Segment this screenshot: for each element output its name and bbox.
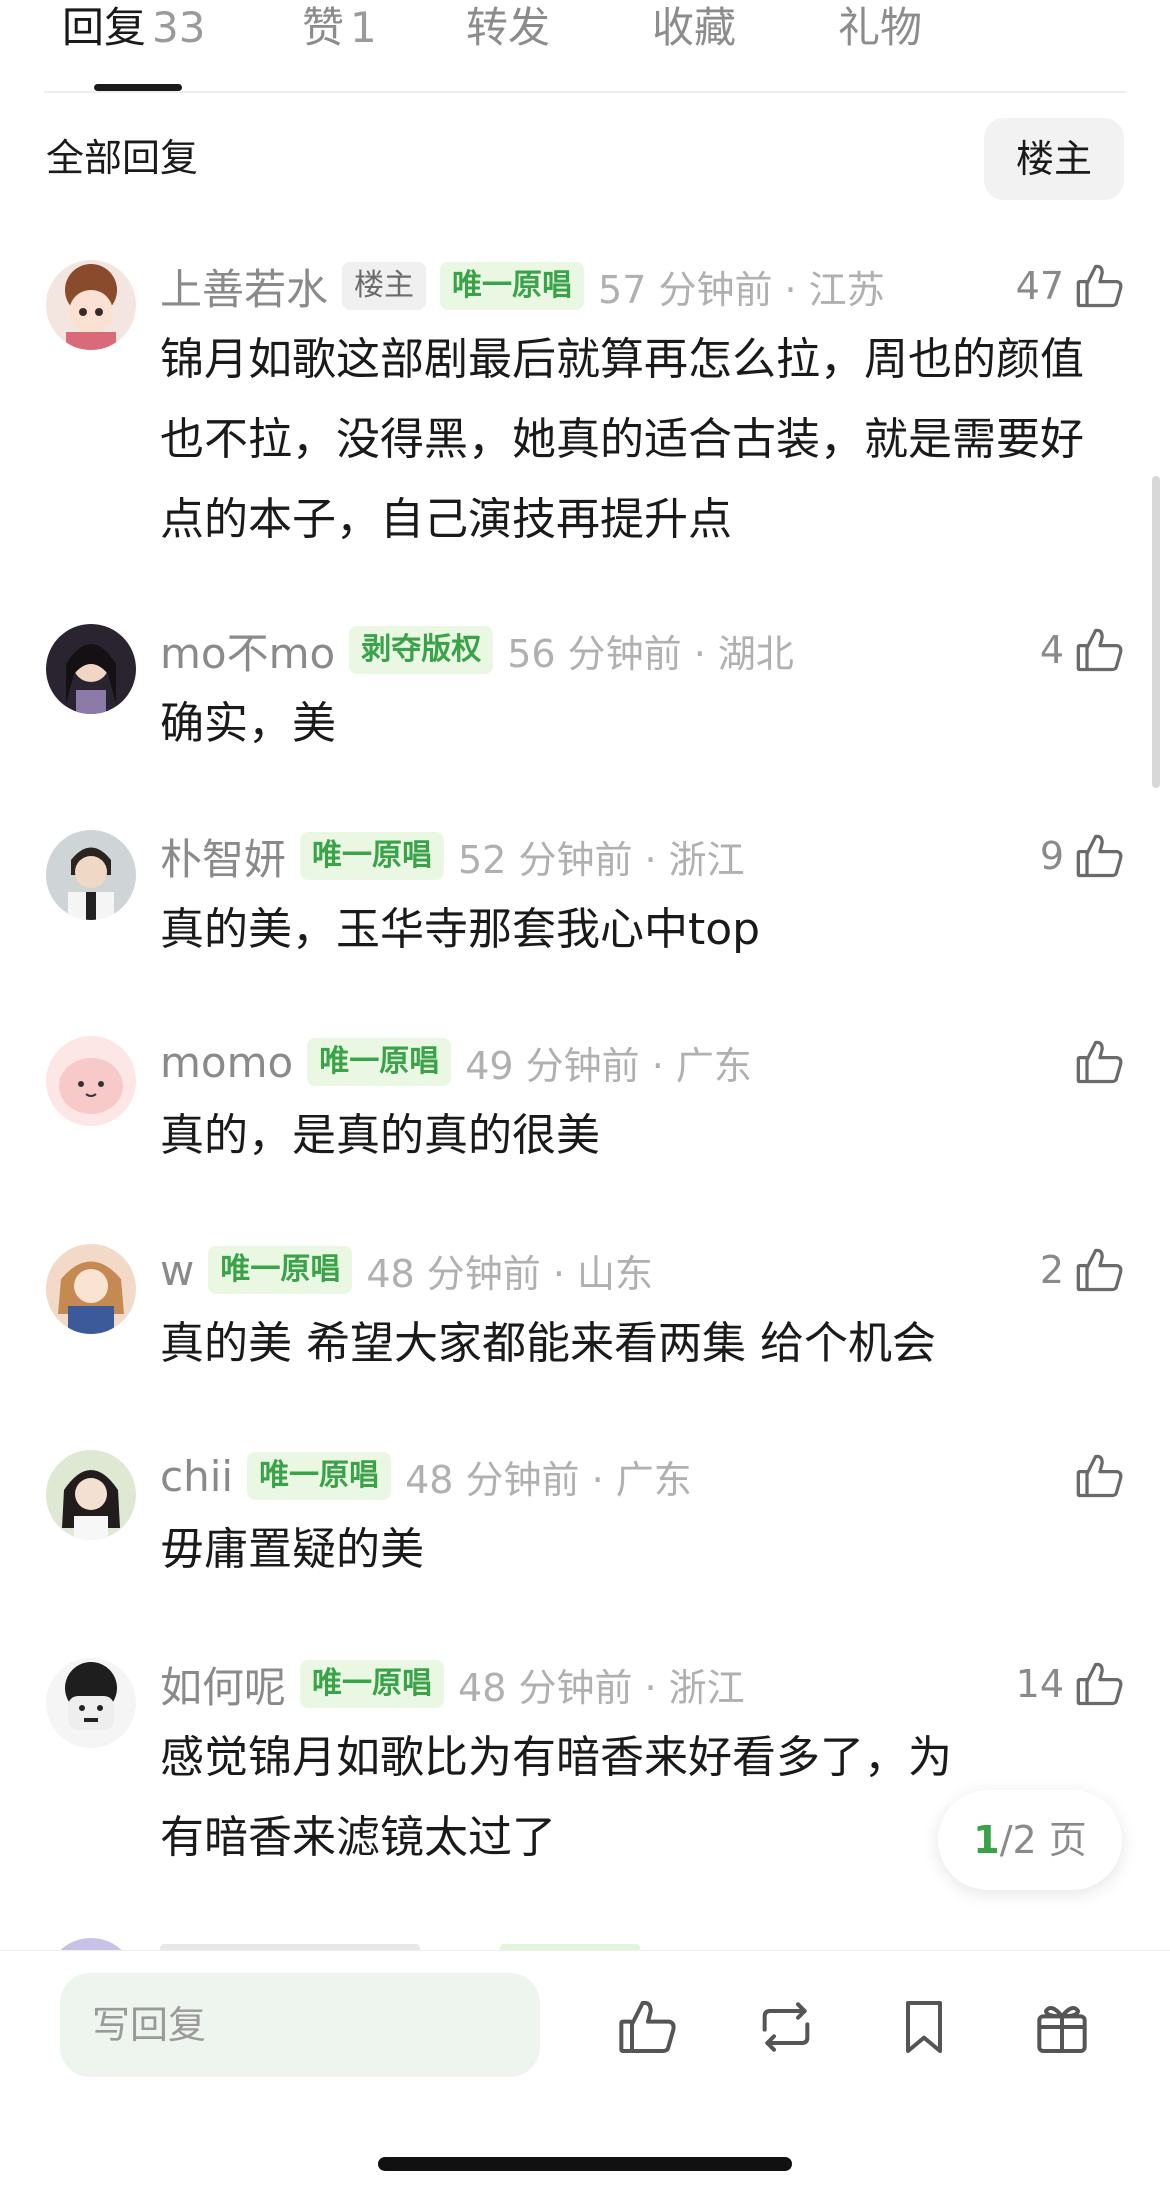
tab-replies[interactable]: 回复 33 xyxy=(62,0,205,56)
fan-badge: 唯一原唱 xyxy=(208,1246,353,1294)
fan-badge: 唯一原唱 xyxy=(300,1660,445,1708)
comment-time-location: 49 分钟前 · 广东 xyxy=(465,1043,752,1088)
tab-reposts[interactable]: 转发 xyxy=(466,0,550,56)
like-button[interactable]: 4 xyxy=(1040,618,1126,682)
tab-likes-label: 赞 xyxy=(302,3,345,52)
tab-reposts-label: 转发 xyxy=(466,3,551,52)
like-count: 14 xyxy=(1015,1662,1064,1706)
comment-time-location: 56 分钟前 · 湖北 xyxy=(507,631,794,676)
active-tab-indicator xyxy=(94,84,182,91)
comment-meta: 如何呢 唯一原唱 48 分钟前 · 浙江 xyxy=(160,1652,745,1716)
comment-text: 锦月如歌这部剧最后就算再怎么拉，周也的颜值也不拉，没得黑，她真的适合古装，就是需… xyxy=(160,334,1084,545)
avatar[interactable] xyxy=(46,1244,136,1334)
tab-likes[interactable]: 赞1 xyxy=(302,0,377,56)
comment-time-location: 48 分钟前 · 浙江 xyxy=(458,1665,745,1710)
comment-text: 真的美 希望大家都能来看两集 给个机会 xyxy=(160,1318,936,1369)
tab-gifts-label: 礼物 xyxy=(838,3,923,52)
like-count: 2 xyxy=(1039,1248,1064,1292)
thumbs-up-icon xyxy=(1076,834,1123,878)
tab-favorites[interactable]: 收藏 xyxy=(652,0,736,56)
like-button[interactable]: 2 xyxy=(1040,1238,1126,1302)
comment-time-location: 48 分钟前 · 广东 xyxy=(405,1457,692,1502)
tab-favorites-label: 收藏 xyxy=(652,3,737,52)
comment-text: 确实，美 xyxy=(160,698,336,749)
tab-replies-label: 回复 xyxy=(62,3,147,52)
tabs-divider xyxy=(44,91,1126,93)
username[interactable]: momo xyxy=(160,1038,293,1087)
comment-meta: chii 唯一原唱 48 分钟前 · 广东 xyxy=(160,1444,692,1508)
like-count: 4 xyxy=(1039,628,1064,672)
repost-icon[interactable] xyxy=(754,1995,818,2059)
like-icon[interactable] xyxy=(616,1995,680,2059)
page-indicator[interactable]: 1/2 页 xyxy=(938,1790,1122,1890)
comment-meta: 上善若水 楼主 唯一原唱 57 分钟前 · 江苏 xyxy=(160,254,885,318)
thumbs-up-icon xyxy=(1076,628,1123,672)
fan-badge: 唯一原唱 xyxy=(307,1038,452,1086)
like-count: 47 xyxy=(1015,264,1064,308)
avatar[interactable] xyxy=(46,1036,136,1126)
avatar[interactable] xyxy=(46,624,136,714)
tab-gifts[interactable]: 礼物 xyxy=(838,0,922,56)
thumbs-up-icon xyxy=(1076,264,1123,308)
thumbs-up-icon xyxy=(1076,1040,1123,1084)
fan-badge: 唯一原唱 xyxy=(247,1452,392,1500)
comment-text: 真的美，玉华寺那套我心中top xyxy=(160,904,761,955)
comment-meta: mo不mo 剥夺版权 56 分钟前 · 湖北 xyxy=(160,618,794,682)
reply-input[interactable] xyxy=(60,1973,540,2077)
comment-text: 感觉锦月如歌比为有暗香来好看多了，为有暗香来滤镜太过了 xyxy=(160,1732,952,1863)
thumbs-up-icon xyxy=(1076,1248,1123,1292)
comment-text: 真的，是真的真的很美 xyxy=(160,1110,600,1161)
comment-meta: momo 唯一原唱 49 分钟前 · 广东 xyxy=(160,1030,752,1094)
home-indicator xyxy=(378,2157,792,2171)
username[interactable]: mo不mo xyxy=(160,620,335,681)
thumbs-up-icon xyxy=(1076,1454,1123,1498)
author-only-button[interactable]: 楼主 xyxy=(984,118,1124,200)
username[interactable]: 上善若水 xyxy=(160,256,328,317)
username[interactable]: chii xyxy=(160,1452,233,1501)
fan-badge: 唯一原唱 xyxy=(440,262,585,310)
comment-time-location: 48 分钟前 · 山东 xyxy=(366,1251,654,1296)
gift-icon[interactable] xyxy=(1030,1995,1094,2059)
like-button[interactable] xyxy=(1064,1030,1126,1094)
scrollbar[interactable] xyxy=(1152,476,1160,788)
tab-likes-count: 1 xyxy=(350,3,377,52)
like-button[interactable]: 47 xyxy=(1016,254,1126,318)
like-count: 9 xyxy=(1039,834,1064,878)
bottom-action-bar xyxy=(0,1950,1170,2200)
avatar[interactable] xyxy=(46,260,136,350)
comment-text: 毋庸置疑的美 xyxy=(160,1524,424,1575)
bookmark-icon[interactable] xyxy=(892,1995,956,2059)
page-current: 1 xyxy=(973,1818,1000,1862)
comment-time-location: 52 分钟前 · 浙江 xyxy=(458,837,745,882)
tab-bar: 回复 33 赞1 转发 收藏 礼物 xyxy=(0,0,1170,93)
comment-meta: w 唯一原唱 48 分钟前 · 山东 xyxy=(160,1238,653,1302)
avatar[interactable] xyxy=(46,830,136,920)
fan-badge: 剥夺版权 xyxy=(349,626,494,674)
username[interactable]: w xyxy=(160,1246,194,1295)
page-total: /2 页 xyxy=(999,1818,1087,1862)
fan-badge: 唯一原唱 xyxy=(300,832,445,880)
avatar[interactable] xyxy=(46,1450,136,1540)
like-button[interactable]: 9 xyxy=(1040,824,1126,888)
tab-replies-count: 33 xyxy=(152,3,206,52)
username[interactable]: 朴智妍 xyxy=(160,826,286,887)
like-button[interactable]: 14 xyxy=(1016,1652,1126,1716)
username[interactable]: 如何呢 xyxy=(160,1654,286,1715)
avatar[interactable] xyxy=(46,1658,136,1748)
thumbs-up-icon xyxy=(1076,1662,1123,1706)
section-title: 全部回复 xyxy=(46,136,199,180)
like-button[interactable] xyxy=(1064,1444,1126,1508)
comment-meta: 朴智妍 唯一原唱 52 分钟前 · 浙江 xyxy=(160,824,745,888)
comment-time-location: 57 分钟前 · 江苏 xyxy=(598,267,885,312)
owner-badge: 楼主 xyxy=(342,262,427,310)
